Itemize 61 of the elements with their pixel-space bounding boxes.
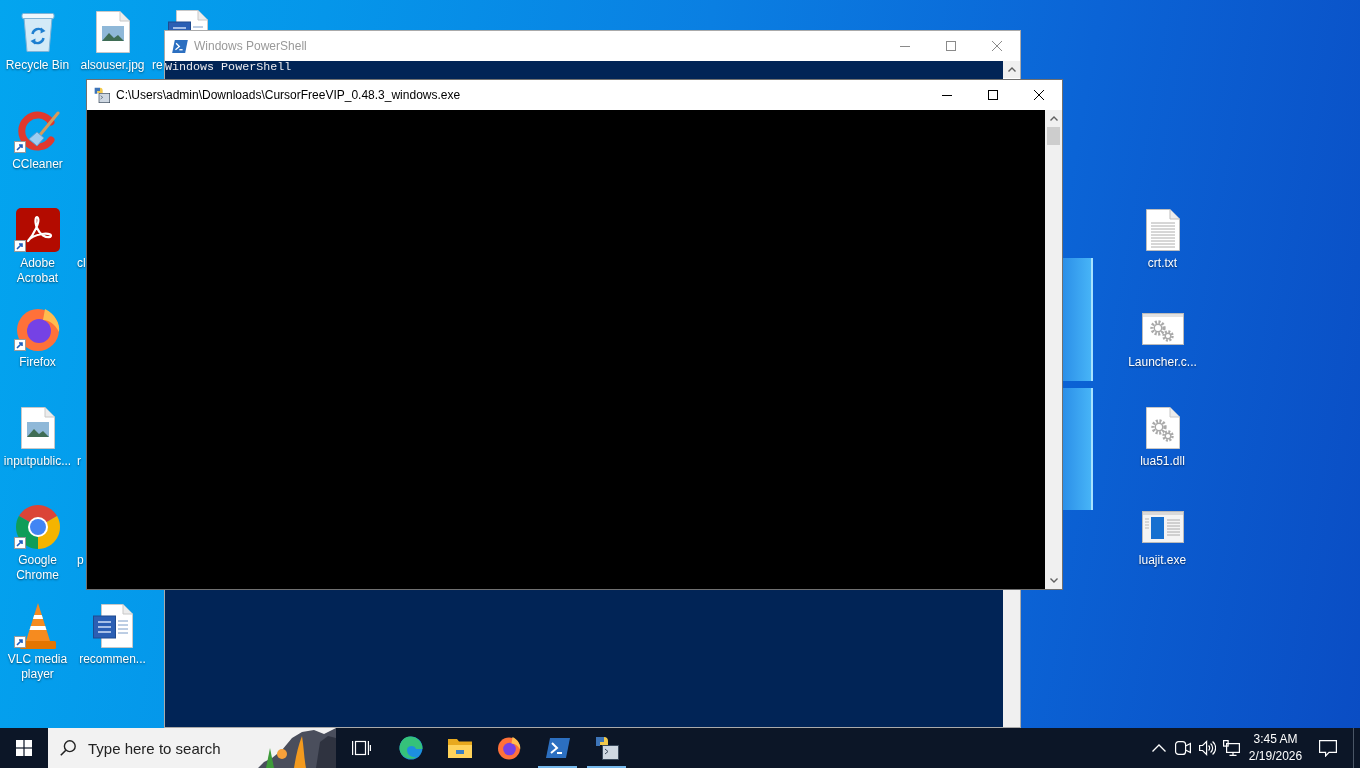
- close-icon: [1034, 90, 1044, 100]
- desktop-icon[interactable]: Adobe Acrobat: [0, 206, 75, 286]
- scrollbar-thumb[interactable]: [1047, 127, 1060, 145]
- terminal-icon: [172, 39, 188, 53]
- pdf-icon: [15, 208, 60, 252]
- desktop-icon[interactable]: lua51.dll: [1125, 404, 1200, 469]
- document-icon: [92, 604, 133, 648]
- video-camera-icon[interactable]: [1175, 741, 1191, 755]
- caret-down-icon: [1049, 578, 1058, 583]
- landscape-icon: [258, 728, 336, 768]
- image-file-icon: [95, 11, 130, 53]
- desktop-icon-label[interactable]: r: [77, 454, 81, 469]
- desktop-icon[interactable]: crt.txt: [1125, 206, 1200, 271]
- chrome-icon: [14, 504, 61, 550]
- volume-icon[interactable]: [1198, 740, 1216, 756]
- edge-icon: [398, 736, 423, 760]
- text-file-icon: [1145, 209, 1180, 251]
- caret-up-icon: [1049, 116, 1058, 121]
- windows-logo-icon: [16, 740, 32, 756]
- desktop-icon[interactable]: Firefox: [0, 305, 75, 370]
- close-icon: [992, 41, 1002, 51]
- scrollbar[interactable]: [1045, 110, 1062, 589]
- traffic-cone-icon: [19, 603, 56, 649]
- desktop-icon[interactable]: luajit.exe: [1125, 503, 1200, 568]
- cleaner-brush-icon: [15, 111, 60, 151]
- firefox-icon: [14, 306, 61, 352]
- caret-up-icon: [1007, 67, 1016, 72]
- desktop-icon[interactable]: Google Chrome: [0, 503, 75, 583]
- image-file-icon: [20, 407, 55, 449]
- desktop-icon[interactable]: alsouser.jpg: [75, 8, 150, 73]
- desktop-icon[interactable]: inputpublic...: [0, 404, 75, 469]
- gear-file-icon: [1145, 407, 1180, 449]
- network-icon[interactable]: [1222, 740, 1240, 756]
- desktop-icon[interactable]: VLC media player: [0, 602, 75, 682]
- desktop-icon[interactable]: Launcher.c...: [1125, 305, 1200, 370]
- console-text: Windows PowerShell: [165, 61, 292, 73]
- scrollbar[interactable]: [1003, 590, 1020, 727]
- gear-window-icon: [1141, 313, 1184, 345]
- maximize-icon: [988, 90, 998, 100]
- firefox-icon: [496, 736, 521, 760]
- desktop-icon-label[interactable]: re: [152, 58, 163, 73]
- folder-icon: [447, 738, 472, 758]
- task-view-icon: [351, 740, 371, 756]
- terminal-icon: [545, 738, 570, 758]
- notification-icon: [1319, 739, 1337, 757]
- desktop-icon[interactable]: Recycle Bin: [0, 8, 75, 73]
- app-window-icon: [1141, 511, 1184, 543]
- desktop-icon[interactable]: CCleaner: [0, 107, 75, 172]
- chevron-up-icon[interactable]: [1152, 744, 1166, 752]
- script-console-icon: [594, 736, 619, 760]
- window-title: C:\Users\admin\Downloads\CursorFreeVIP_0.48.3_windows.exe: [116, 88, 461, 102]
- window-title: Windows PowerShell: [194, 39, 307, 53]
- clock-time[interactable]: 3:45 AM: [1253, 731, 1298, 748]
- desktop-icon-label[interactable]: p: [77, 553, 84, 568]
- maximize-icon: [946, 41, 956, 51]
- search-icon: [60, 740, 76, 756]
- recycle-bin-icon: [20, 12, 55, 52]
- desktop-icon-label[interactable]: cl: [77, 256, 86, 271]
- clock-date[interactable]: 2/19/2026: [1248, 748, 1303, 765]
- script-console-icon: [94, 87, 110, 103]
- desktop-icon[interactable]: recommen...: [75, 602, 150, 667]
